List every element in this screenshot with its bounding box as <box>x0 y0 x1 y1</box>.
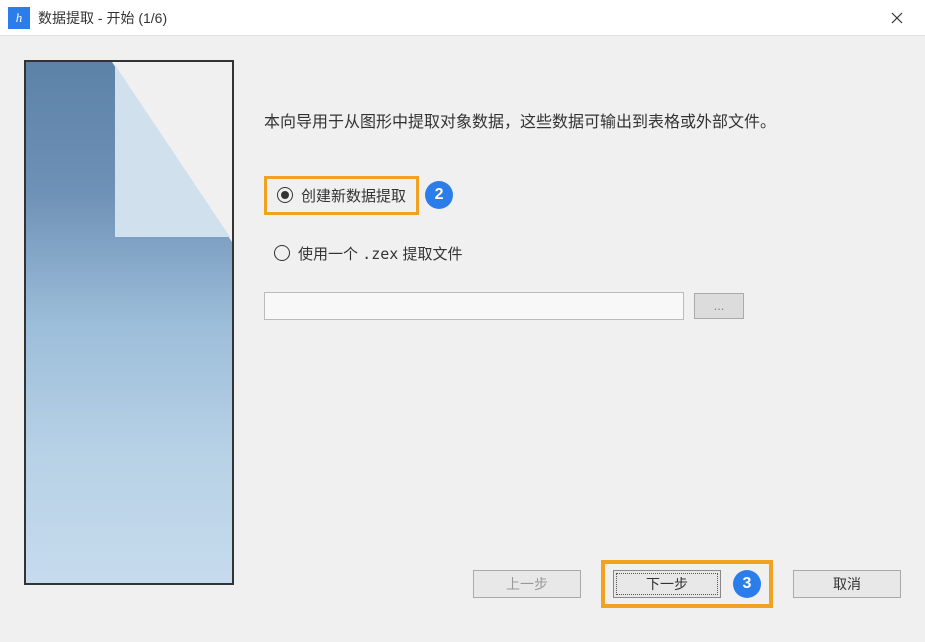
option-use-file-row: 使用一个 .zex 提取文件 <box>264 237 901 270</box>
window-title: 数据提取 - 开始 (1/6) <box>38 8 877 28</box>
annotation-badge-3: 3 <box>733 570 761 598</box>
titlebar: h 数据提取 - 开始 (1/6) <box>0 0 925 36</box>
option-use-file-label: 使用一个 .zex 提取文件 <box>298 243 462 264</box>
use-file-prefix: 使用一个 <box>298 246 362 263</box>
close-icon <box>891 12 903 24</box>
file-path-row: ... <box>264 292 901 320</box>
wizard-button-bar: 上一步 下一步 3 取消 <box>264 560 901 618</box>
cancel-button[interactable]: 取消 <box>793 570 901 598</box>
use-file-suffix: 提取文件 <box>398 246 462 263</box>
wizard-main-area: 本向导用于从图形中提取对象数据，这些数据可输出到表格或外部文件。 创建新数据提取… <box>264 60 901 618</box>
page-curl-decoration <box>112 62 232 242</box>
annotation-badge-2: 2 <box>425 181 453 209</box>
radio-icon <box>274 245 290 261</box>
app-icon: h <box>8 7 30 29</box>
file-path-input <box>264 292 684 320</box>
radio-selected-dot <box>281 191 289 199</box>
option-use-file[interactable]: 使用一个 .zex 提取文件 <box>264 237 472 270</box>
browse-button[interactable]: ... <box>694 293 744 319</box>
prev-button: 上一步 <box>473 570 581 598</box>
option-create-new-row: 创建新数据提取 2 <box>264 176 901 215</box>
wizard-preview-image <box>24 60 234 585</box>
option-create-new-label: 创建新数据提取 <box>301 185 406 206</box>
option-create-new[interactable]: 创建新数据提取 <box>264 176 419 215</box>
dialog-content: 本向导用于从图形中提取对象数据，这些数据可输出到表格或外部文件。 创建新数据提取… <box>0 36 925 642</box>
next-button[interactable]: 下一步 <box>613 570 721 598</box>
intro-text: 本向导用于从图形中提取对象数据，这些数据可输出到表格或外部文件。 <box>264 110 901 136</box>
extraction-options: 创建新数据提取 2 使用一个 .zex 提取文件 ... <box>264 176 901 320</box>
next-button-highlight: 下一步 3 <box>601 560 773 608</box>
use-file-ext: .zex <box>362 245 398 263</box>
radio-icon <box>277 187 293 203</box>
app-icon-glyph: h <box>16 10 23 26</box>
close-button[interactable] <box>877 0 917 36</box>
